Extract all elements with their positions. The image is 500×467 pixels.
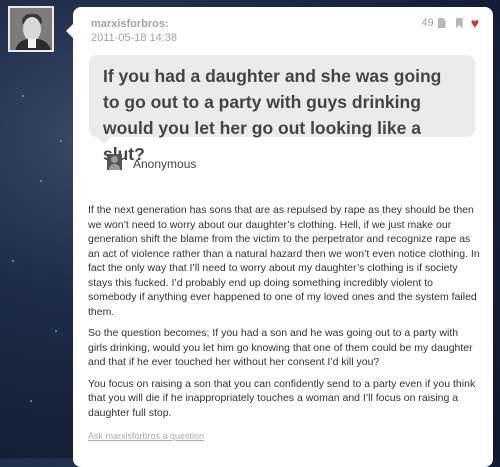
post-controls: 49 ♥: [421, 16, 479, 30]
blog-avatar[interactable]: [8, 6, 54, 52]
heart-icon[interactable]: ♥: [471, 16, 479, 30]
answer-body: If the next generation has sons that are…: [88, 203, 480, 427]
anonymous-avatar-icon: [107, 154, 122, 170]
post-timestamp[interactable]: 2011-05-18 14:38: [91, 31, 177, 45]
post-username[interactable]: marxisforbros:: [91, 17, 177, 31]
question-pointer: [97, 137, 111, 144]
note-icon[interactable]: [437, 18, 446, 28]
bookmark-icon[interactable]: [455, 17, 463, 29]
note-count[interactable]: 49: [421, 17, 433, 29]
question-bubble: If you had a daughter and she was going …: [89, 55, 475, 164]
answer-paragraph: If the next generation has sons that are…: [88, 204, 480, 318]
asker-name: Anonymous: [133, 157, 197, 171]
post-card: marxisforbros: 2011-05-18 14:38 49 ♥ If …: [73, 7, 493, 467]
answer-paragraph: You focus on raising a son that you can …: [88, 377, 476, 419]
post-meta: marxisforbros: 2011-05-18 14:38: [91, 17, 177, 45]
ask-question-link[interactable]: Ask marxisforbros a question: [88, 431, 204, 441]
card-pointer: [66, 24, 73, 38]
answer-paragraph: So the question becomes; If you had a so…: [88, 327, 473, 368]
